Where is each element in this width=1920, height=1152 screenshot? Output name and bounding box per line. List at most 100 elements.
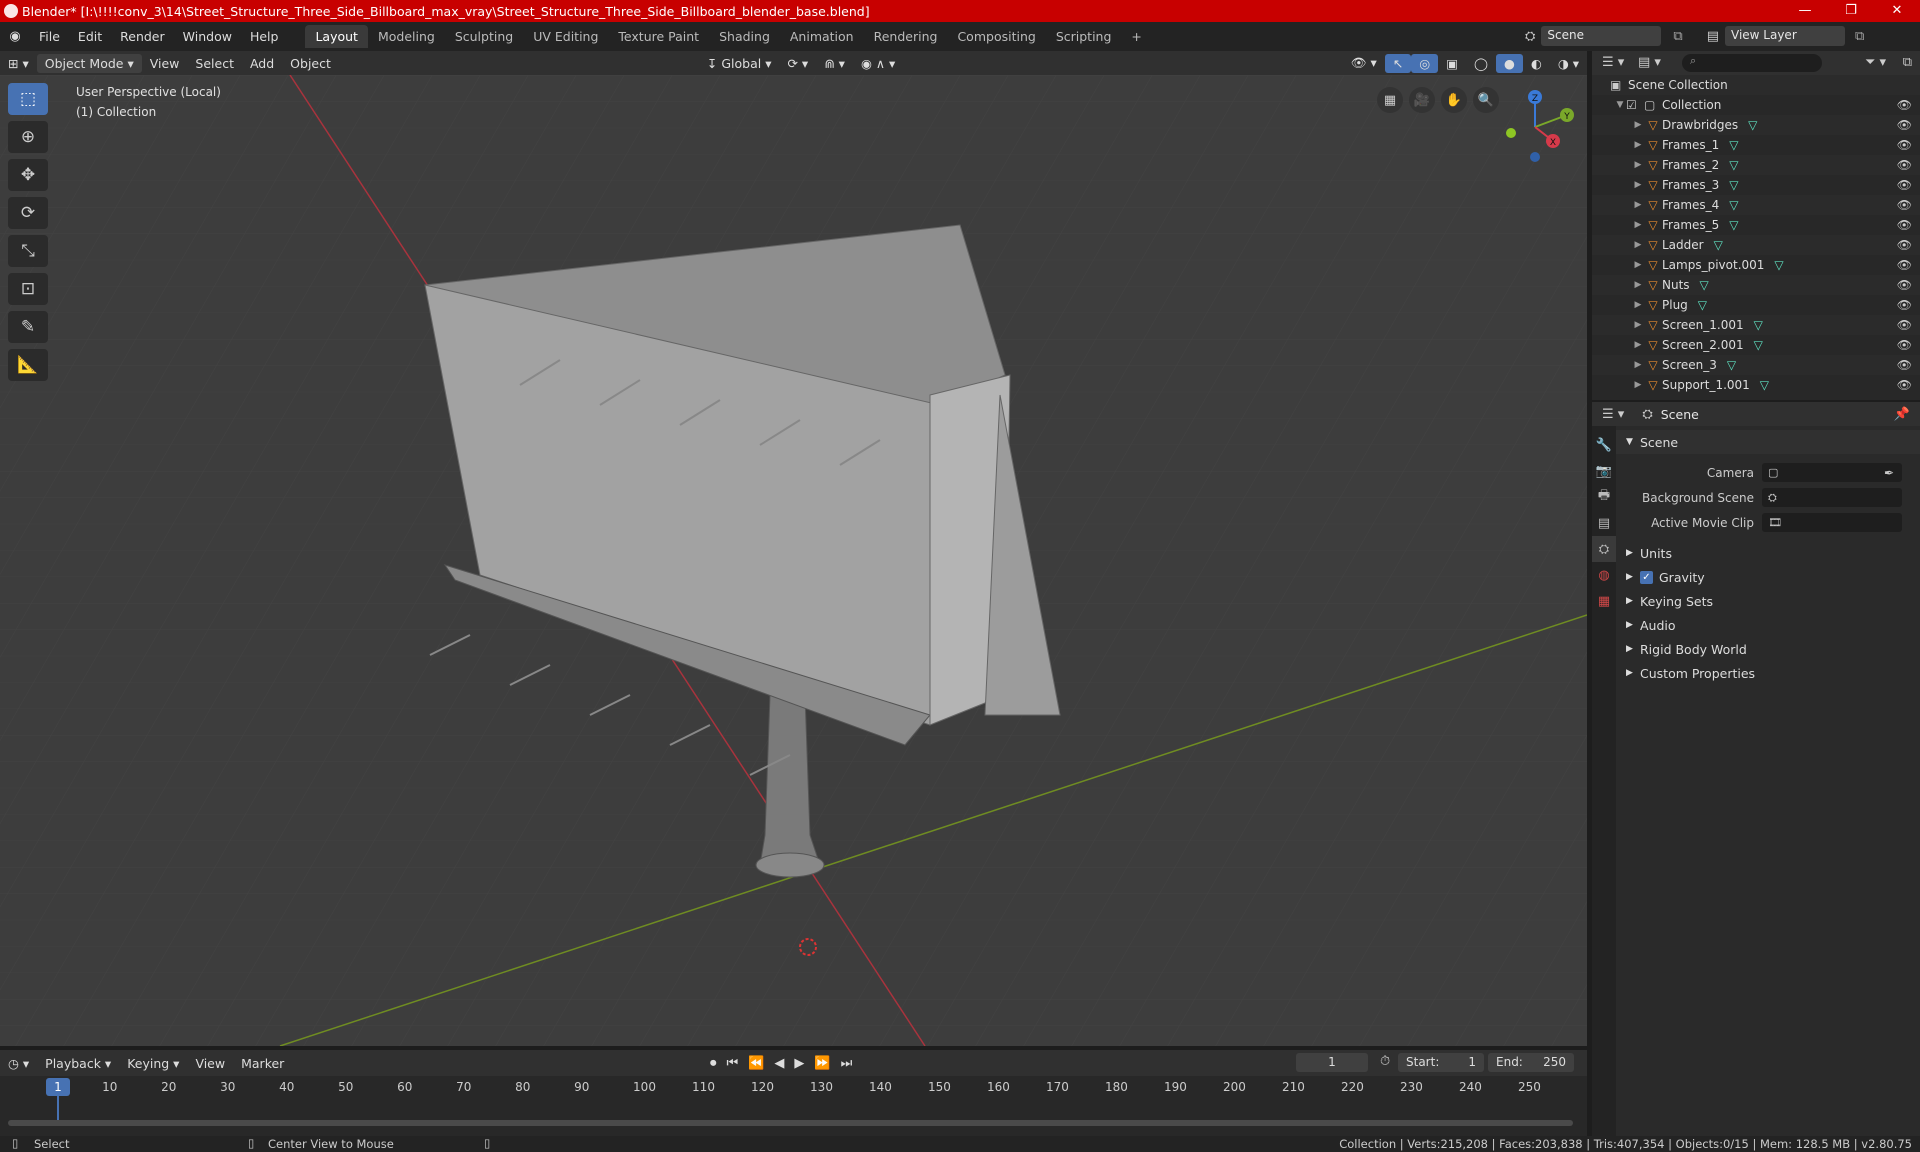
- custom-properties-panel[interactable]: ▶ Custom Properties: [1616, 661, 1920, 685]
- maximize-button[interactable]: ❐: [1828, 0, 1874, 22]
- measure-tool-icon[interactable]: 📐: [8, 349, 48, 381]
- select-box-tool-icon[interactable]: ⬚: [8, 83, 48, 115]
- eye-icon[interactable]: 👁: [1897, 98, 1912, 112]
- select-menu[interactable]: Select: [187, 54, 242, 73]
- expand-arrow-icon[interactable]: ▶: [1632, 280, 1644, 290]
- eye-icon[interactable]: 👁: [1897, 258, 1912, 272]
- outliner-search-input[interactable]: ⌕: [1682, 54, 1822, 72]
- viewlayer-new-icon[interactable]: ⧉: [1855, 29, 1864, 44]
- proportional-edit-icon[interactable]: ◉ ∧ ▾: [853, 54, 903, 73]
- current-frame-field[interactable]: 1: [1296, 1053, 1368, 1072]
- timeline-scrollbar[interactable]: [8, 1120, 1573, 1126]
- outliner-scene-collection[interactable]: ▣ Scene Collection: [1592, 75, 1920, 95]
- mode-selector[interactable]: Object Mode ▾: [36, 53, 142, 73]
- eye-icon[interactable]: 👁: [1897, 158, 1912, 172]
- outliner-object[interactable]: ▶ ▽ Frames_2 ▽ 👁: [1592, 155, 1920, 175]
- timeline-editor-icon[interactable]: ◷ ▾: [0, 1054, 37, 1073]
- material-shading-icon[interactable]: ◐: [1523, 54, 1550, 73]
- eye-icon[interactable]: 👁: [1897, 358, 1912, 372]
- expand-arrow-icon[interactable]: ▶: [1632, 380, 1644, 390]
- pin-icon[interactable]: 📌: [1894, 407, 1910, 422]
- tab-shading[interactable]: Shading: [709, 25, 780, 48]
- 3d-viewport[interactable]: ⬚ ⊕ ✥ ⟳ ⤡ ⊡ ✎ 📐 User Perspective (Local)…: [0, 75, 1587, 1046]
- mesh-data-icon[interactable]: ▽: [1729, 158, 1738, 172]
- expand-arrow-icon[interactable]: ▶: [1632, 120, 1644, 130]
- eye-icon[interactable]: 👁: [1897, 138, 1912, 152]
- properties-editor-icon[interactable]: ☰ ▾: [1602, 407, 1624, 422]
- eye-icon[interactable]: 👁: [1897, 198, 1912, 212]
- texture-properties-icon[interactable]: ▦: [1592, 588, 1616, 614]
- mesh-data-icon[interactable]: ▽: [1729, 138, 1738, 152]
- outliner-editor-icon[interactable]: ☰ ▾: [1602, 55, 1624, 70]
- expand-arrow-icon[interactable]: ▶: [1632, 320, 1644, 330]
- tool-properties-icon[interactable]: 🔧: [1592, 432, 1616, 458]
- active-movie-clip-field[interactable]: 🎞: [1762, 513, 1902, 532]
- menu-edit[interactable]: Edit: [69, 29, 111, 44]
- object-menu[interactable]: Object: [282, 54, 339, 73]
- scale-tool-icon[interactable]: ⤡: [8, 235, 48, 267]
- move-tool-icon[interactable]: ✥: [8, 159, 48, 191]
- wireframe-shading-icon[interactable]: ◯: [1466, 54, 1496, 73]
- expand-arrow-icon[interactable]: ▶: [1632, 260, 1644, 270]
- eye-icon[interactable]: 👁: [1897, 178, 1912, 192]
- tab-layout[interactable]: Layout: [305, 25, 368, 48]
- expand-arrow-icon[interactable]: ▶: [1632, 200, 1644, 210]
- camera-view-icon[interactable]: 🎥: [1409, 87, 1435, 113]
- eye-icon[interactable]: 👁: [1897, 378, 1912, 392]
- checkbox-icon[interactable]: ☑: [1626, 98, 1644, 112]
- mesh-data-icon[interactable]: ▽: [1754, 318, 1763, 332]
- solid-shading-icon[interactable]: ●: [1496, 53, 1523, 73]
- blender-menu-icon[interactable]: ◉: [0, 29, 30, 44]
- tab-scripting[interactable]: Scripting: [1046, 25, 1122, 48]
- tab-rendering[interactable]: Rendering: [864, 25, 948, 48]
- editor-type-icon[interactable]: ⊞ ▾: [0, 54, 37, 73]
- eye-icon[interactable]: 👁: [1897, 298, 1912, 312]
- next-keyframe-icon[interactable]: ⏩: [814, 1056, 830, 1071]
- menu-render[interactable]: Render: [111, 29, 174, 44]
- rendered-shading-icon[interactable]: ◑ ▾: [1550, 54, 1587, 73]
- view-layer-properties-icon[interactable]: ▤: [1592, 510, 1616, 536]
- transform-orientation-selector[interactable]: ↧ Global ▾: [699, 54, 780, 73]
- outliner-object[interactable]: ▶ ▽ Ladder ▽ 👁: [1592, 235, 1920, 255]
- expand-arrow-icon[interactable]: ▶: [1632, 140, 1644, 150]
- render-properties-icon[interactable]: 📷: [1592, 458, 1616, 484]
- tab-texture-paint[interactable]: Texture Paint: [608, 25, 709, 48]
- expand-arrow-icon[interactable]: ▶: [1632, 160, 1644, 170]
- outliner-object[interactable]: ▶ ▽ Drawbridges ▽ 👁: [1592, 115, 1920, 135]
- navigation-gizmo[interactable]: Z Y X: [1495, 87, 1575, 167]
- annotate-tool-icon[interactable]: ✎: [8, 311, 48, 343]
- minimize-button[interactable]: —: [1782, 0, 1828, 22]
- marker-menu[interactable]: Marker: [233, 1054, 292, 1073]
- scene-section-header[interactable]: ▼ Scene: [1616, 430, 1920, 454]
- visibility-icon[interactable]: 👁 ▾: [1343, 53, 1385, 73]
- expand-arrow-icon[interactable]: ▶: [1632, 220, 1644, 230]
- add-menu[interactable]: Add: [242, 54, 282, 73]
- mesh-data-icon[interactable]: ▽: [1700, 278, 1709, 292]
- outliner-object[interactable]: ▶ ▽ Screen_2.001 ▽ 👁: [1592, 335, 1920, 355]
- gizmo-toggle-icon[interactable]: ↖: [1384, 53, 1412, 73]
- mesh-data-icon[interactable]: ▽: [1698, 298, 1707, 312]
- expand-arrow-icon[interactable]: ▶: [1632, 240, 1644, 250]
- cursor-tool-icon[interactable]: ⊕: [8, 121, 48, 153]
- outliner-object[interactable]: ▶ ▽ Screen_3 ▽ 👁: [1592, 355, 1920, 375]
- keying-sets-panel[interactable]: ▶ Keying Sets: [1616, 589, 1920, 613]
- expand-arrow-icon[interactable]: ▼: [1614, 100, 1626, 110]
- outliner-object[interactable]: ▶ ▽ Frames_5 ▽ 👁: [1592, 215, 1920, 235]
- playback-menu[interactable]: Playback ▾: [37, 1054, 119, 1073]
- mesh-data-icon[interactable]: ▽: [1729, 218, 1738, 232]
- start-frame-field[interactable]: Start: 1: [1398, 1053, 1484, 1072]
- rotate-tool-icon[interactable]: ⟳: [8, 197, 48, 229]
- add-workspace-button[interactable]: +: [1121, 25, 1151, 48]
- rigid-body-world-panel[interactable]: ▶ Rigid Body World: [1616, 637, 1920, 661]
- tab-modeling[interactable]: Modeling: [368, 25, 445, 48]
- menu-file[interactable]: File: [30, 29, 69, 44]
- outliner-object[interactable]: ▶ ▽ Lamps_pivot.001 ▽ 👁: [1592, 255, 1920, 275]
- mesh-data-icon[interactable]: ▽: [1729, 198, 1738, 212]
- eye-icon[interactable]: 👁: [1897, 118, 1912, 132]
- tab-sculpting[interactable]: Sculpting: [445, 25, 523, 48]
- expand-arrow-icon[interactable]: ▶: [1632, 180, 1644, 190]
- preview-range-icon[interactable]: ⏱: [1380, 1054, 1390, 1069]
- eye-icon[interactable]: 👁: [1897, 278, 1912, 292]
- eye-icon[interactable]: 👁: [1897, 218, 1912, 232]
- pivot-point-icon[interactable]: ⟳ ▾: [779, 54, 816, 73]
